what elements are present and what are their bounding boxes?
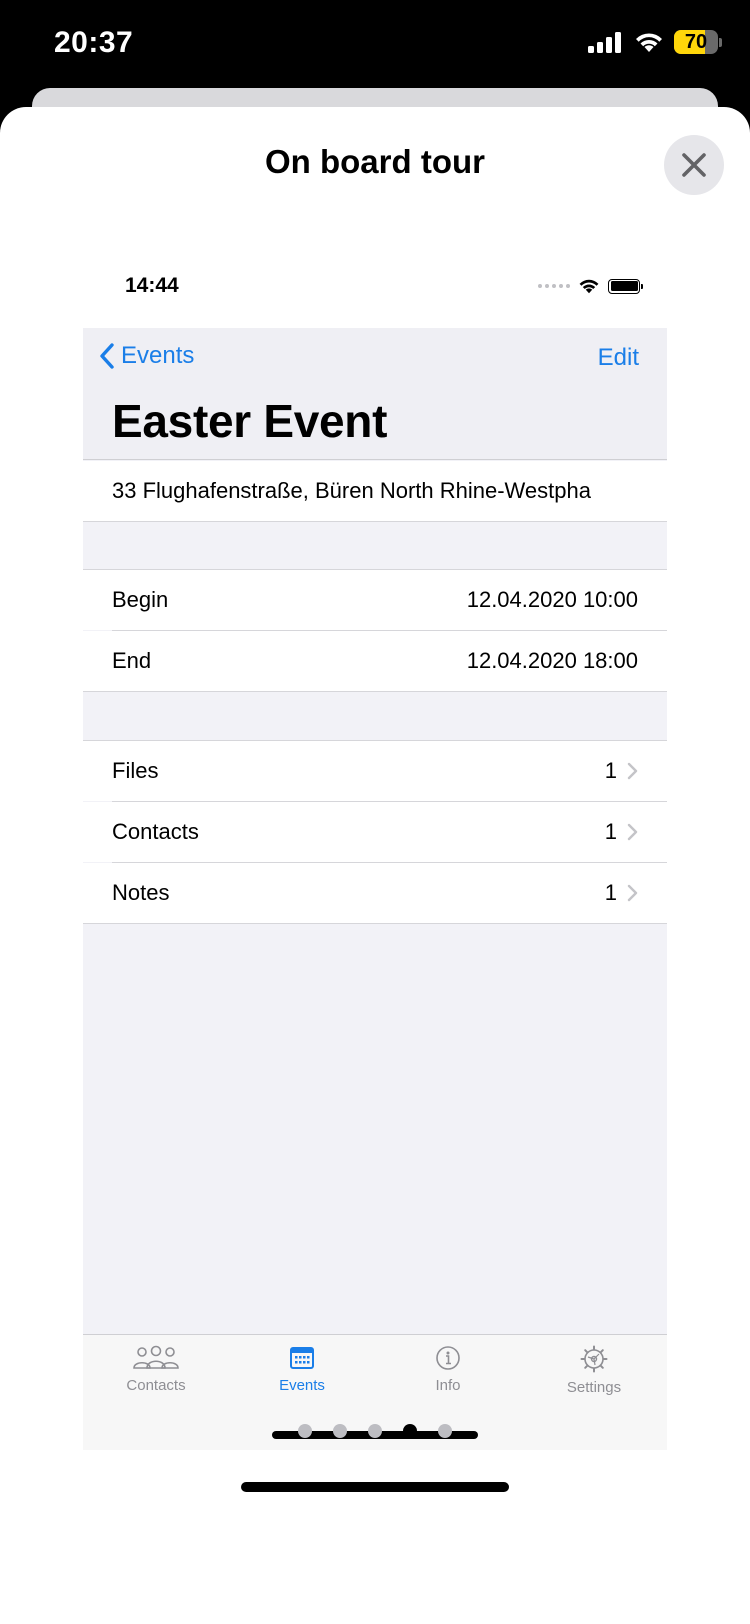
tab-contacts[interactable]: Contacts xyxy=(83,1345,229,1394)
end-row[interactable]: End 12.04.2020 18:00 xyxy=(83,631,667,691)
edit-button[interactable]: Edit xyxy=(598,344,639,372)
gear-icon xyxy=(580,1345,608,1373)
notes-label: Notes xyxy=(112,880,170,905)
sheet-title: On board tour xyxy=(265,143,485,180)
status-bar: 20:37 70 xyxy=(0,0,750,90)
info-icon xyxy=(436,1346,460,1370)
contacts-label: Contacts xyxy=(112,819,199,844)
chevron-right-icon xyxy=(627,884,638,902)
preview-status-indicators xyxy=(538,278,643,294)
page-dot[interactable] xyxy=(368,1424,382,1438)
page-dot[interactable] xyxy=(298,1424,312,1438)
preview-status-time: 14:44 xyxy=(125,274,179,297)
chevron-left-icon xyxy=(100,343,114,369)
tab-info[interactable]: Info xyxy=(375,1345,521,1394)
navigation-bar: Events Edit Easter Event xyxy=(83,328,667,460)
wifi-icon xyxy=(579,279,599,294)
battery-percent: 70 xyxy=(684,30,708,53)
chevron-right-icon xyxy=(627,823,638,841)
signal-icon xyxy=(588,32,621,53)
tab-settings-label: Settings xyxy=(566,1379,622,1396)
battery-icon: 70 xyxy=(674,30,722,54)
onboarding-sheet: On board tour 14:44 Events Edit Easter E… xyxy=(0,107,750,1624)
address-text: 33 Flughafenstraße, Büren North Rhine-We… xyxy=(112,478,591,503)
files-count: 1 xyxy=(604,758,617,783)
status-indicators: 70 xyxy=(588,30,722,54)
signal-dots-icon xyxy=(538,284,570,288)
tab-info-label: Info xyxy=(435,1377,461,1394)
status-time: 20:37 xyxy=(54,26,134,59)
notes-row[interactable]: Notes 1 xyxy=(83,863,667,923)
end-label: End xyxy=(112,648,152,673)
contacts-count: 1 xyxy=(604,819,617,844)
files-row[interactable]: Files 1 xyxy=(83,741,667,801)
calendar-icon xyxy=(290,1347,314,1369)
people-icon xyxy=(133,1345,179,1369)
wifi-icon xyxy=(636,33,662,52)
tab-contacts-label: Contacts xyxy=(126,1377,186,1394)
page-title: Easter Event xyxy=(112,395,388,447)
files-label: Files xyxy=(112,758,159,783)
app-preview: 14:44 Events Edit Easter Event 33 Flugha… xyxy=(83,254,667,1450)
preview-status-bar: 14:44 xyxy=(83,254,667,328)
begin-value: 12.04.2020 10:00 xyxy=(466,587,638,612)
close-icon xyxy=(682,153,706,177)
tab-settings[interactable]: Settings xyxy=(521,1345,667,1396)
back-button[interactable]: Events xyxy=(99,342,194,370)
page-dot[interactable] xyxy=(403,1424,417,1438)
home-indicator[interactable] xyxy=(241,1482,509,1492)
address-row[interactable]: 33 Flughafenstraße, Büren North Rhine-We… xyxy=(83,461,667,521)
close-button[interactable] xyxy=(664,135,724,195)
contacts-row[interactable]: Contacts 1 xyxy=(83,802,667,862)
page-indicator[interactable] xyxy=(0,1424,750,1438)
battery-icon xyxy=(608,278,643,294)
tab-events-label: Events xyxy=(279,1377,325,1394)
end-value: 12.04.2020 18:00 xyxy=(466,648,638,673)
page-dot[interactable] xyxy=(333,1424,347,1438)
chevron-right-icon xyxy=(627,762,638,780)
page-dot[interactable] xyxy=(438,1424,452,1438)
notes-count: 1 xyxy=(604,880,617,905)
back-button-label: Events xyxy=(121,342,195,369)
begin-row[interactable]: Begin 12.04.2020 10:00 xyxy=(83,570,667,630)
tab-events[interactable]: Events xyxy=(229,1345,375,1394)
begin-label: Begin xyxy=(112,587,169,612)
